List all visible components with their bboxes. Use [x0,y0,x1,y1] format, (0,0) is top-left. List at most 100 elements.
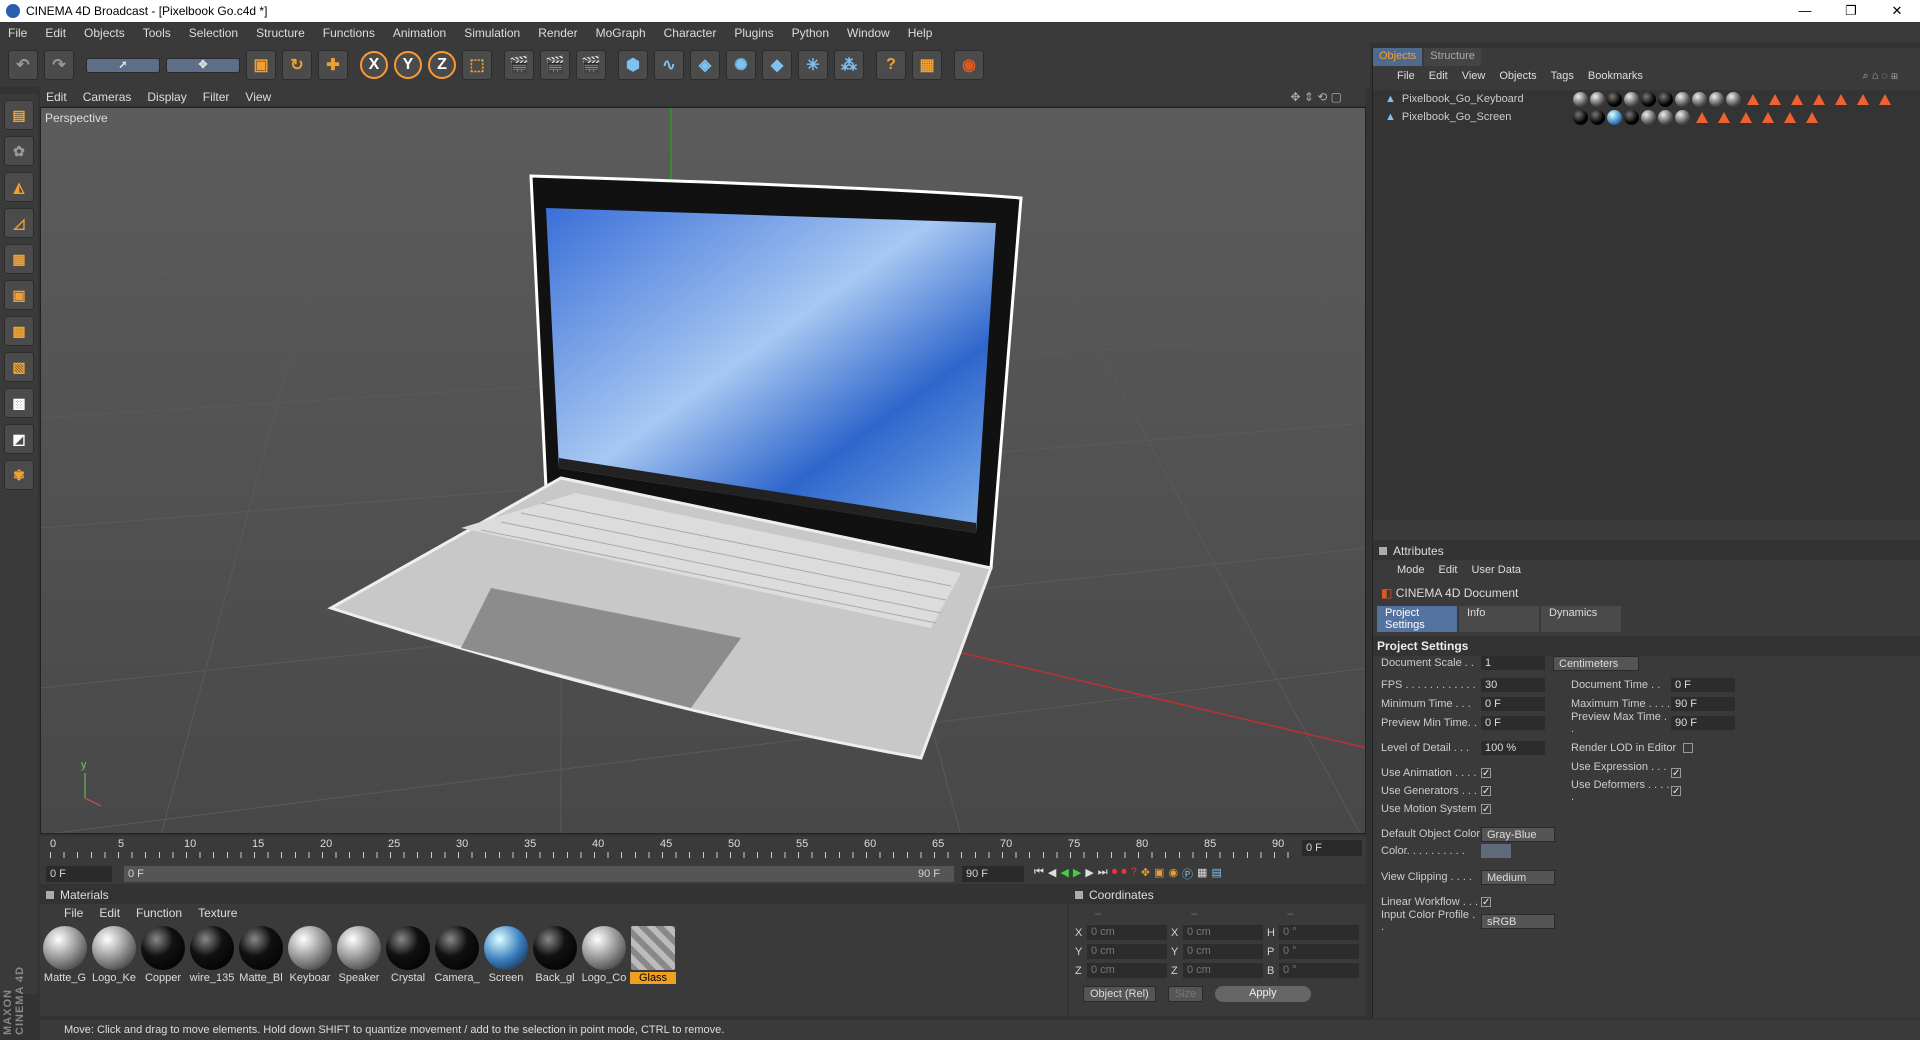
menu-simulation[interactable]: Simulation [464,26,520,40]
document-time-field[interactable]: 0 F [1671,678,1735,692]
menu-functions[interactable]: Functions [323,26,375,40]
material-item[interactable]: Speaker [336,926,382,984]
material-item[interactable]: wire_135 [189,926,235,984]
timeline-window-icon[interactable]: ▤ [1211,866,1221,882]
menu-render[interactable]: Render [538,26,577,40]
maximum-time-field[interactable]: 90 F [1671,697,1735,711]
maximize-button[interactable]: ❐ [1828,0,1874,22]
key-position-icon[interactable]: ✥ [1141,866,1150,882]
material-item[interactable]: Keyboar [287,926,333,984]
range-slider[interactable]: 0 F 90 F [124,866,954,882]
attributes-menu-mode[interactable]: Mode [1397,564,1425,576]
model-mode-icon[interactable]: ▣ [4,280,34,310]
key-help-icon[interactable]: ? [1131,866,1137,882]
material-item[interactable]: Copper [140,926,186,984]
render-settings-icon[interactable]: 🎬 [576,50,606,80]
material-item[interactable]: Screen [483,926,529,984]
size-y-field[interactable]: 0 cm [1183,944,1263,959]
play-icon[interactable]: ▶ [1073,866,1081,882]
use-animation-checkbox[interactable]: ✓ [1481,768,1491,779]
use-motion-system-checkbox[interactable]: ✓ [1481,804,1491,815]
input-color-profile-dropdown[interactable]: sRGB [1481,913,1555,929]
current-frame-field[interactable]: 0 F [1302,840,1362,856]
goto-start-icon[interactable]: ⏮ [1034,866,1044,882]
material-item[interactable]: Glass [630,926,676,984]
default-object-color-dropdown[interactable]: Gray-Blue [1481,826,1555,842]
nurbs-icon[interactable]: ◈ [690,50,720,80]
use-generators-checkbox[interactable]: ✓ [1481,786,1491,797]
snap-icon[interactable]: ▩ [4,388,34,418]
key-param-icon[interactable]: Ⓟ [1182,866,1193,882]
menu-tools[interactable]: Tools [143,26,171,40]
cube-icon[interactable]: ⬢ [618,50,648,80]
record-icon[interactable]: ⏺ [1112,866,1118,882]
pos-z-field[interactable]: 0 cm [1087,963,1167,978]
menu-edit[interactable]: Edit [45,26,66,40]
menu-structure[interactable]: Structure [256,26,305,40]
coordinate-system-icon[interactable]: ⬚ [462,50,492,80]
move-icon[interactable]: ✥ [166,57,240,73]
texture-mode-icon[interactable]: ▧ [4,352,34,382]
edges-mode-icon[interactable]: ◿ [4,208,34,238]
timeline-ruler[interactable]: 0 5 10 15 20 25 30 35 40 45 50 55 60 65 … [50,838,1290,860]
material-item[interactable]: Crystal [385,926,431,984]
tab-dynamics[interactable]: Dynamics [1541,606,1621,632]
scene-icon[interactable]: ✳ [798,50,828,80]
document-scale-field[interactable]: 1 [1481,656,1545,670]
menu-animation[interactable]: Animation [393,26,446,40]
select-arrow-icon[interactable]: ➚ [86,57,160,73]
materials-menu-function[interactable]: Function [136,906,182,920]
rotate-icon[interactable]: ↻ [282,50,312,80]
preview-min-field[interactable]: 0 F [1481,716,1545,730]
start-frame-field[interactable]: 0 F [46,866,112,882]
camera-help-icon[interactable]: ? [876,50,906,80]
objects-menu-file[interactable]: File [1397,70,1415,82]
end-frame-field[interactable]: 90 F [962,866,1024,882]
prev-key-icon[interactable]: ◀ [1048,866,1056,882]
goto-end-icon[interactable]: ⏭ [1098,866,1108,882]
attributes-menu-edit[interactable]: Edit [1439,564,1458,576]
polygons-mode-icon[interactable]: ▦ [4,244,34,274]
apply-button[interactable]: Apply [1215,986,1311,1002]
object-row[interactable]: ▲ Pixelbook_Go_Screen [1373,108,1920,126]
objects-menu-bookmarks[interactable]: Bookmarks [1588,70,1643,82]
deformer-icon[interactable]: ◆ [762,50,792,80]
menu-plugins[interactable]: Plugins [734,26,773,40]
play-back-icon[interactable]: ◀ [1060,866,1068,882]
menu-window[interactable]: Window [847,26,890,40]
make-editable-icon[interactable]: ▤ [4,100,34,130]
close-button[interactable]: ✕ [1874,0,1920,22]
render-view-icon[interactable]: 🎬 [504,50,534,80]
rot-h-field[interactable]: 0 ° [1279,925,1359,940]
add-icon[interactable]: ✚ [318,50,348,80]
key-scale-icon[interactable]: ▣ [1154,866,1164,882]
material-item[interactable]: Back_gl [532,926,578,984]
object-mode-icon[interactable]: ▩ [4,316,34,346]
objects-menu-view[interactable]: View [1462,70,1486,82]
objects-search-icon[interactable]: ⌕ ⌂ ◌ ⊞ [1862,70,1898,83]
z-axis-icon[interactable]: Z [428,51,456,79]
menu-character[interactable]: Character [664,26,717,40]
size-x-field[interactable]: 0 cm [1183,925,1263,940]
material-item[interactable]: Logo_Ke [91,926,137,984]
use-deformers-checkbox[interactable]: ✓ [1671,786,1681,797]
material-item[interactable]: Matte_Bl [238,926,284,984]
timeline[interactable]: 0 5 10 15 20 25 30 35 40 45 50 55 60 65 … [40,836,1366,884]
materials-menu-file[interactable]: File [64,906,83,920]
size-z-field[interactable]: 0 cm [1183,963,1263,978]
tab-objects[interactable]: Objects [1373,48,1423,66]
viewport-menu-edit[interactable]: Edit [46,90,67,104]
attributes-menu-userdata[interactable]: User Data [1472,564,1522,576]
undo-icon[interactable]: ↶ [8,50,38,80]
key-rotation-icon[interactable]: ◉ [1168,866,1178,882]
object-row[interactable]: ▲ Pixelbook_Go_Keyboard [1373,90,1920,108]
menu-objects[interactable]: Objects [84,26,125,40]
units-dropdown[interactable]: Centimeters [1553,655,1639,671]
scale-icon[interactable]: ▣ [246,50,276,80]
autokey-icon[interactable]: ⏺ [1121,866,1127,882]
materials-menu-edit[interactable]: Edit [99,906,120,920]
preview-max-field[interactable]: 90 F [1671,716,1735,730]
key-pla-icon[interactable]: ▦ [1197,866,1207,882]
mograph-cloner-icon[interactable]: ✺ [726,50,756,80]
objects-menu-edit[interactable]: Edit [1429,70,1448,82]
